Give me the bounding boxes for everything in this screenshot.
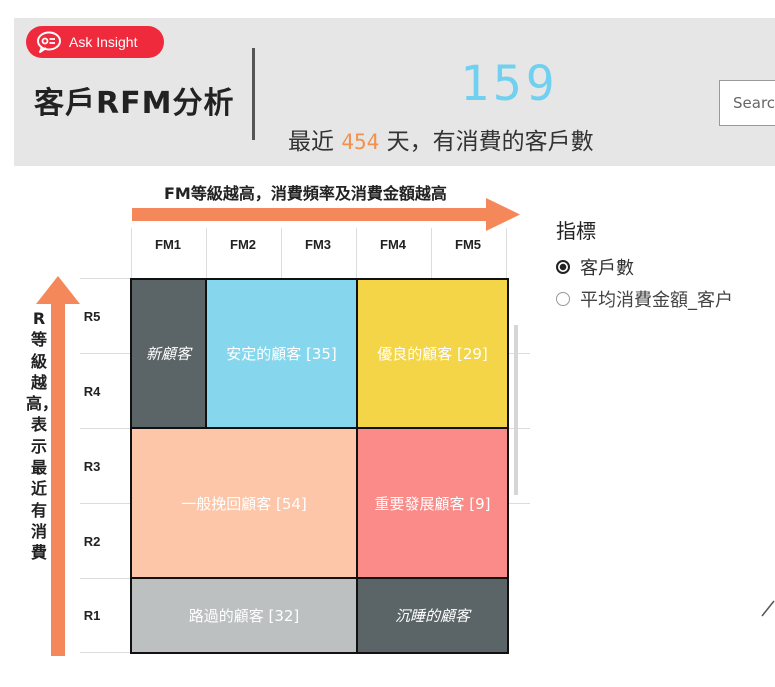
grid-line — [80, 278, 130, 279]
segment-label: 安定的顧客 [35] — [226, 345, 337, 363]
segment-new-customers[interactable]: 新顧客 — [130, 278, 207, 429]
legend-title: 指標 — [556, 219, 596, 243]
segment-passing-customers[interactable]: 路過的顧客 [32] — [130, 577, 358, 654]
row-header-r3: R3 — [83, 459, 101, 474]
kpi-suffix: 天，有消費的客戶數 — [386, 129, 594, 155]
grid-line — [508, 428, 530, 429]
segment-label: 重要發展顧客 [9] — [374, 494, 491, 513]
row-header-r1: R1 — [83, 608, 101, 623]
segment-label: 沉睡的顧客 — [394, 607, 470, 625]
legend-option-customer-count[interactable]: 客戶數 — [556, 254, 634, 280]
segment-excellent-customers[interactable]: 優良的顧客 [29] — [356, 278, 509, 429]
row-header-r5: R5 — [83, 309, 101, 324]
ask-insight-button[interactable]: Ask Insight — [26, 26, 164, 58]
segment-label: 路過的顧客 [32] — [188, 607, 300, 625]
grid-line — [80, 353, 130, 354]
grid-line — [80, 578, 130, 579]
resize-handle-icon — [761, 600, 775, 617]
grid-line — [80, 428, 130, 429]
legend-option-label: 平均消費金額_客户 — [580, 290, 733, 311]
radio-unselected-icon — [556, 292, 570, 306]
ask-insight-label: Ask Insight — [69, 34, 138, 50]
grid-line — [80, 503, 130, 504]
legend-option-label: 客戶數 — [580, 258, 634, 279]
column-header-fm4: FM4 — [380, 237, 406, 252]
chat-bubble-icon — [36, 31, 62, 53]
page-title: 客戶RFM分析 — [34, 86, 235, 121]
grid-line — [508, 353, 530, 354]
row-header-r4: R4 — [83, 384, 101, 399]
legend-option-avg-spend[interactable]: 平均消費金額_客户 — [556, 286, 733, 312]
search-placeholder: Search — [733, 94, 775, 112]
scrollbar-thumb[interactable] — [514, 325, 518, 495]
segment-label: 新顧客 — [145, 345, 191, 363]
segment-label: 優良的顧客 [29] — [377, 345, 488, 363]
column-header-fm1: FM1 — [155, 237, 181, 252]
column-header-fm3: FM3 — [305, 237, 331, 252]
kpi-value: 159 — [460, 56, 559, 112]
search-input[interactable]: Search — [719, 80, 775, 126]
row-header-r2: R2 — [83, 534, 101, 549]
column-header-fm5: FM5 — [455, 237, 481, 252]
radio-selected-icon — [556, 260, 570, 274]
kpi-days: 454 — [341, 130, 380, 154]
segment-stable-customers[interactable]: 安定的顧客 [35] — [205, 278, 358, 429]
r-arrow-label: R等級越高，表示最近有消費 — [26, 309, 59, 563]
kpi-caption: 最近 454 天，有消費的客戶數 — [288, 122, 594, 156]
title-divider — [252, 48, 255, 140]
column-header-fm2: FM2 — [230, 237, 256, 252]
fm-arrow-icon — [132, 198, 520, 231]
segment-label: 一般挽回顧客 [54] — [181, 494, 307, 513]
grid-line — [508, 503, 530, 504]
grid-line — [80, 652, 130, 653]
segment-sleeping-customers[interactable]: 沉睡的顧客 — [356, 577, 509, 654]
segment-important-development-customers[interactable]: 重要發展顧客 [9] — [356, 427, 509, 579]
kpi-prefix: 最近 — [288, 129, 334, 155]
grid-line — [506, 228, 507, 278]
segment-general-recovery-customers[interactable]: 一般挽回顧客 [54] — [130, 427, 358, 579]
